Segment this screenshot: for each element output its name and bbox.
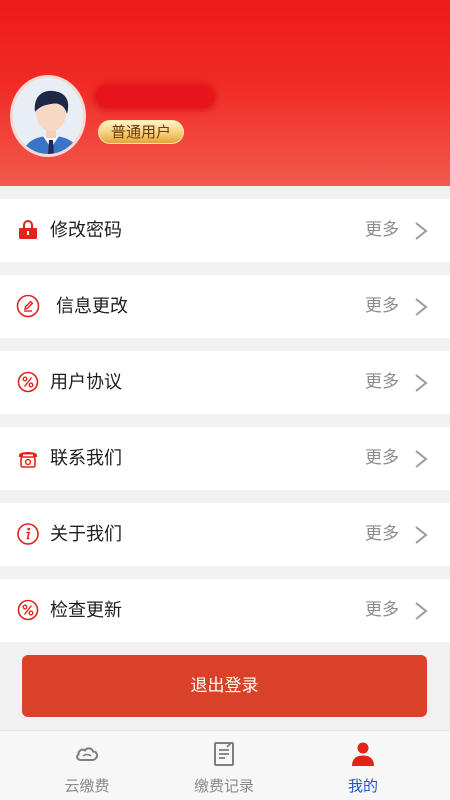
tab-label: 我的 — [347, 777, 378, 795]
user-avatar-illustration — [13, 78, 83, 154]
tab-mine[interactable]: 我的 — [288, 731, 438, 800]
menu-item-label: 修改密码 — [50, 220, 122, 241]
more-link[interactable]: 更多 — [365, 275, 399, 338]
tab-cloud-payment[interactable]: 云缴费 — [12, 731, 162, 800]
chevron-right-icon — [415, 298, 428, 316]
chevron-right-icon — [415, 374, 428, 392]
chevron-right-icon — [415, 450, 428, 468]
edit-icon — [16, 294, 40, 318]
menu-item-about-us[interactable]: 关于我们 更多 — [0, 503, 450, 566]
percent-icon — [17, 599, 39, 621]
tab-label: 云缴费 — [64, 777, 110, 795]
info-icon — [17, 523, 39, 545]
menu-item-user-agreement[interactable]: 用户协议 更多 — [0, 351, 450, 414]
user-icon — [352, 742, 374, 766]
more-link[interactable]: 更多 — [365, 579, 399, 642]
record-icon — [214, 742, 234, 766]
bottom-tab-bar: 云缴费 缴费记录 我的 — [0, 730, 450, 800]
menu-item-label: 关于我们 — [50, 524, 122, 545]
menu-item-check-update[interactable]: 检查更新 更多 — [0, 579, 450, 642]
user-level-badge: 普通用户 — [98, 120, 185, 144]
menu-item-label: 检查更新 — [50, 600, 122, 621]
menu-item-label: 信息更改 — [56, 296, 128, 317]
username — [96, 86, 214, 108]
menu-item-edit-info[interactable]: 信息更改 更多 — [0, 275, 450, 338]
logout-button[interactable]: 退出登录 — [22, 655, 427, 717]
more-link[interactable]: 更多 — [365, 199, 399, 262]
menu-item-label: 用户协议 — [50, 372, 122, 393]
chevron-right-icon — [415, 222, 428, 240]
chevron-right-icon — [415, 602, 428, 620]
more-link[interactable]: 更多 — [365, 427, 399, 490]
menu-item-label: 联系我们 — [50, 448, 122, 469]
phone-icon — [19, 452, 37, 468]
menu-item-contact-us[interactable]: 联系我们 更多 — [0, 427, 450, 490]
more-link[interactable]: 更多 — [365, 503, 399, 566]
profile-header: 普通用户 — [0, 0, 450, 186]
percent-icon — [17, 371, 39, 393]
chevron-right-icon — [415, 526, 428, 544]
tab-label: 缴费记录 — [193, 777, 254, 795]
menu-item-change-password[interactable]: 修改密码 更多 — [0, 199, 450, 262]
avatar[interactable] — [10, 75, 86, 157]
lock-icon — [19, 220, 37, 239]
more-link[interactable]: 更多 — [365, 351, 399, 414]
tab-payment-records[interactable]: 缴费记录 — [149, 731, 299, 800]
cloud-icon — [76, 747, 98, 761]
